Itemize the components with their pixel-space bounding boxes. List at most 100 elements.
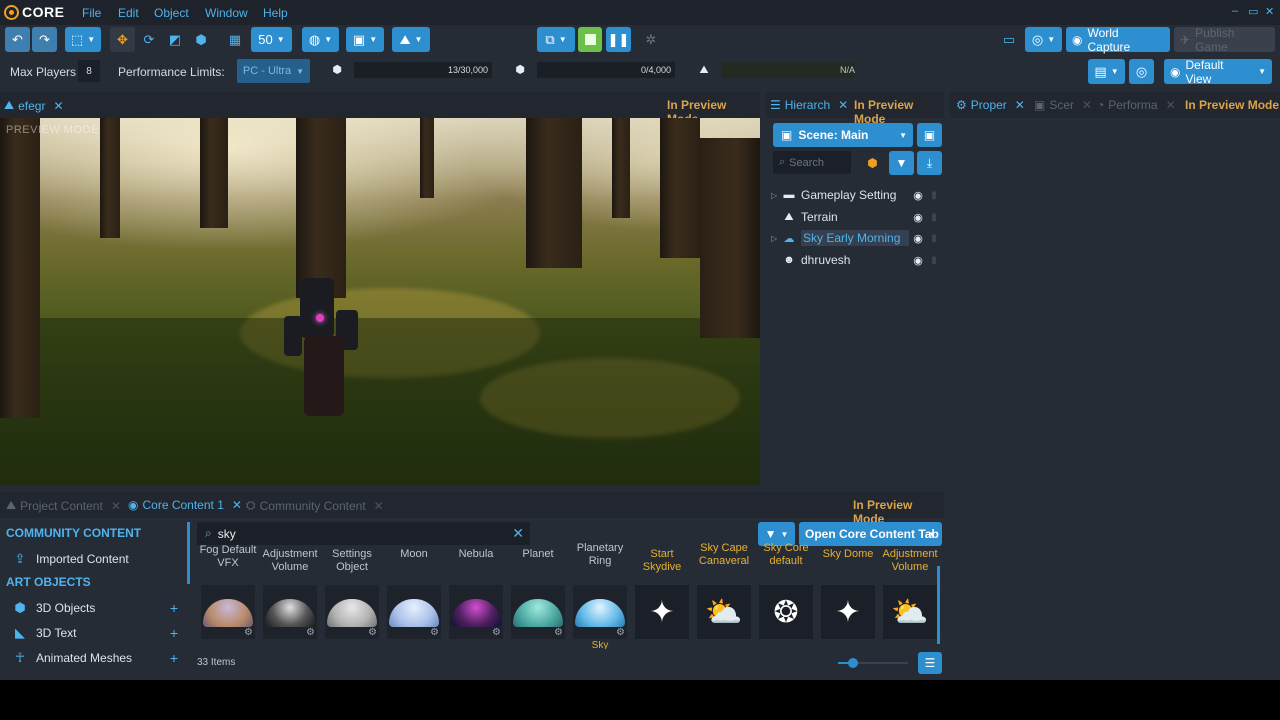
category-3d-objects[interactable]: ⬢ 3D Objects + (12, 600, 182, 616)
screenshot-button[interactable]: ▭ (998, 27, 1020, 52)
tab-viewport[interactable]: ⛰ efegr ✕ (4, 98, 64, 113)
game-viewport[interactable]: PREVIEW MODE (0, 118, 760, 486)
stop-button[interactable] (578, 27, 602, 52)
open-core-content-tab-button[interactable]: Open Core Content Tab ▼ (799, 522, 942, 546)
rotate-tool-button[interactable]: ⟳ (138, 27, 160, 52)
close-icon[interactable]: ✕ (1015, 98, 1025, 112)
content-scrollbar[interactable] (937, 566, 940, 644)
menu-object[interactable]: Object (154, 6, 189, 20)
expand-arrow-icon[interactable]: ▷ (771, 234, 781, 243)
hierarchy-row-selected[interactable]: ▷ ☁ Sky Early Morning ◉ ▮ (771, 228, 941, 248)
close-button[interactable]: ✕ (1265, 5, 1274, 18)
menu-edit[interactable]: Edit (118, 6, 139, 20)
scene-settings-button[interactable]: ▣ (917, 123, 942, 147)
minimize-button[interactable]: – (1232, 5, 1238, 17)
platform-dropdown[interactable]: PC - Ultra ▼ (237, 59, 310, 83)
close-icon[interactable]: ✕ (232, 498, 242, 512)
tab-scene[interactable]: ▣ Scer ✕ (1034, 98, 1092, 112)
hierarchy-row-label: Gameplay Setting (801, 188, 897, 202)
close-icon[interactable]: ✕ (111, 499, 121, 513)
camera-view-dropdown[interactable]: ▣ ▼ (346, 27, 384, 52)
sky-cape-canaveral-thumbnail[interactable]: ⛅ (697, 585, 751, 639)
eye-icon[interactable]: ◉ (909, 232, 927, 245)
community-content-header[interactable]: COMMUNITY CONTENT (6, 526, 141, 540)
max-players-field[interactable]: 8 (78, 60, 100, 82)
capture-dropdown[interactable]: ◎ ▼ (1025, 27, 1062, 52)
menu-window[interactable]: Window (205, 6, 248, 20)
add-icon[interactable]: + (170, 600, 178, 616)
close-icon[interactable]: ✕ (374, 499, 384, 513)
pause-button[interactable]: ❚❚ (606, 27, 631, 52)
lock-icon[interactable]: ▮ (927, 255, 941, 266)
debug-button[interactable]: ✲ (640, 27, 662, 52)
tab-community-content[interactable]: ⛭ Community Content ✕ (246, 498, 384, 513)
expand-arrow-icon[interactable]: ▷ (771, 191, 781, 200)
category-imported-content[interactable]: ⇪ Imported Content (12, 551, 182, 567)
world-space-button[interactable]: ⬢ (190, 27, 212, 52)
tab-hierarchy[interactable]: ☰ Hierarch ✕ (770, 98, 848, 112)
content-item-thumbnail[interactable]: ⚙ (325, 585, 379, 639)
clear-search-icon[interactable]: ✕ (512, 525, 524, 542)
sky-dome-thumbnail[interactable]: ✦ (821, 585, 875, 639)
content-item-thumbnail[interactable]: ⚙ (263, 585, 317, 639)
maximize-button[interactable]: ▭ (1248, 5, 1258, 18)
thumbnail-size-slider-handle[interactable] (848, 658, 858, 668)
snap-dropdown[interactable]: ◍ ▼ (302, 27, 339, 52)
category-3d-text[interactable]: ◣ 3D Text + (12, 625, 182, 641)
tab-performance[interactable]: ◔ Performa ✕ (1097, 98, 1176, 112)
tab-project-content[interactable]: ⛰ Project Content ✕ (6, 498, 121, 513)
scale-tool-button[interactable]: ◩ (164, 27, 186, 52)
content-item-thumbnail[interactable]: ⚙ (449, 585, 503, 639)
eye-icon[interactable]: ◉ (909, 211, 927, 224)
content-search-input[interactable]: ⌕ sky ✕ (197, 522, 530, 545)
lock-icon[interactable]: ▮ (927, 212, 941, 223)
close-icon[interactable]: ✕ (838, 98, 848, 112)
scene-selector-dropdown[interactable]: ▣ Scene: Main ▼ (773, 123, 913, 147)
content-item-thumbnail[interactable]: ⚙ (573, 585, 627, 639)
publish-game-button[interactable]: ✈ Publish Game (1174, 26, 1275, 54)
category-animated-meshes[interactable]: ☥ Animated Meshes + (12, 650, 182, 666)
tab-properties[interactable]: ⚙ Proper ✕ (956, 98, 1025, 112)
content-item-label: Planet (522, 548, 554, 560)
hierarchy-row[interactable]: ⛰ Terrain ◉ ▮ (771, 207, 941, 227)
play-mode-dropdown[interactable]: ⧉ ▼ (537, 27, 575, 52)
close-icon[interactable]: ✕ (1082, 98, 1092, 112)
lock-icon[interactable]: ▮ (927, 233, 941, 244)
grid-size-dropdown[interactable]: 50 ▼ (251, 27, 292, 52)
collapse-all-button[interactable]: ⤓ (917, 151, 942, 175)
eye-icon[interactable]: ◉ (909, 189, 927, 202)
grid-toggle-button[interactable]: ▦ (224, 27, 246, 52)
art-objects-header[interactable]: ART OBJECTS (6, 575, 91, 589)
content-item-thumbnail[interactable]: ⚙ (387, 585, 441, 639)
content-item-thumbnail[interactable]: ⚙ (201, 585, 255, 639)
add-icon[interactable]: + (170, 625, 178, 641)
hierarchy-filter-button[interactable]: ▼ (889, 151, 914, 175)
menu-file[interactable]: File (82, 6, 101, 20)
selection-mode-dropdown[interactable]: ⬚ ▼ (65, 27, 101, 52)
close-icon[interactable]: ✕ (53, 99, 63, 113)
add-icon[interactable]: + (170, 650, 178, 666)
layout-reset-button[interactable]: ◎ (1129, 59, 1154, 84)
hierarchy-row[interactable]: ▷ ▬ Gameplay Setting ◉ ▮ (771, 185, 941, 205)
list-view-button[interactable]: ☰ (918, 652, 942, 674)
eye-icon[interactable]: ◉ (909, 254, 927, 267)
add-object-button[interactable]: ⬢ (860, 151, 885, 175)
menu-help[interactable]: Help (263, 6, 288, 20)
sidebar-scrollbar[interactable] (187, 522, 190, 584)
redo-button[interactable]: ↷ (32, 27, 57, 52)
close-icon[interactable]: ✕ (1166, 98, 1176, 112)
undo-button[interactable]: ↶ (5, 27, 30, 52)
terrain-dropdown[interactable]: ⛰ ▼ (392, 27, 430, 52)
world-capture-button[interactable]: ◉ World Capture (1066, 26, 1170, 54)
sky-core-default-thumbnail[interactable]: ❂ (759, 585, 813, 639)
content-item-thumbnail[interactable]: ⚙ (511, 585, 565, 639)
move-tool-button[interactable]: ✥ (110, 27, 135, 52)
tab-core-content[interactable]: ◉ Core Content 1 ✕ (128, 498, 242, 512)
default-view-dropdown[interactable]: ◉ Default View ▼ (1164, 58, 1272, 86)
lock-icon[interactable]: ▮ (927, 190, 941, 201)
hierarchy-row[interactable]: ☻ dhruvesh ◉ ▮ (771, 250, 941, 270)
layout-save-dropdown[interactable]: ▤ ▼ (1088, 59, 1125, 84)
start-skydive-thumbnail[interactable]: ✦ (635, 585, 689, 639)
adjustment-volume-thumbnail[interactable]: ⛅ (883, 585, 937, 639)
hierarchy-search-input[interactable]: ⌕ Search (773, 151, 851, 174)
